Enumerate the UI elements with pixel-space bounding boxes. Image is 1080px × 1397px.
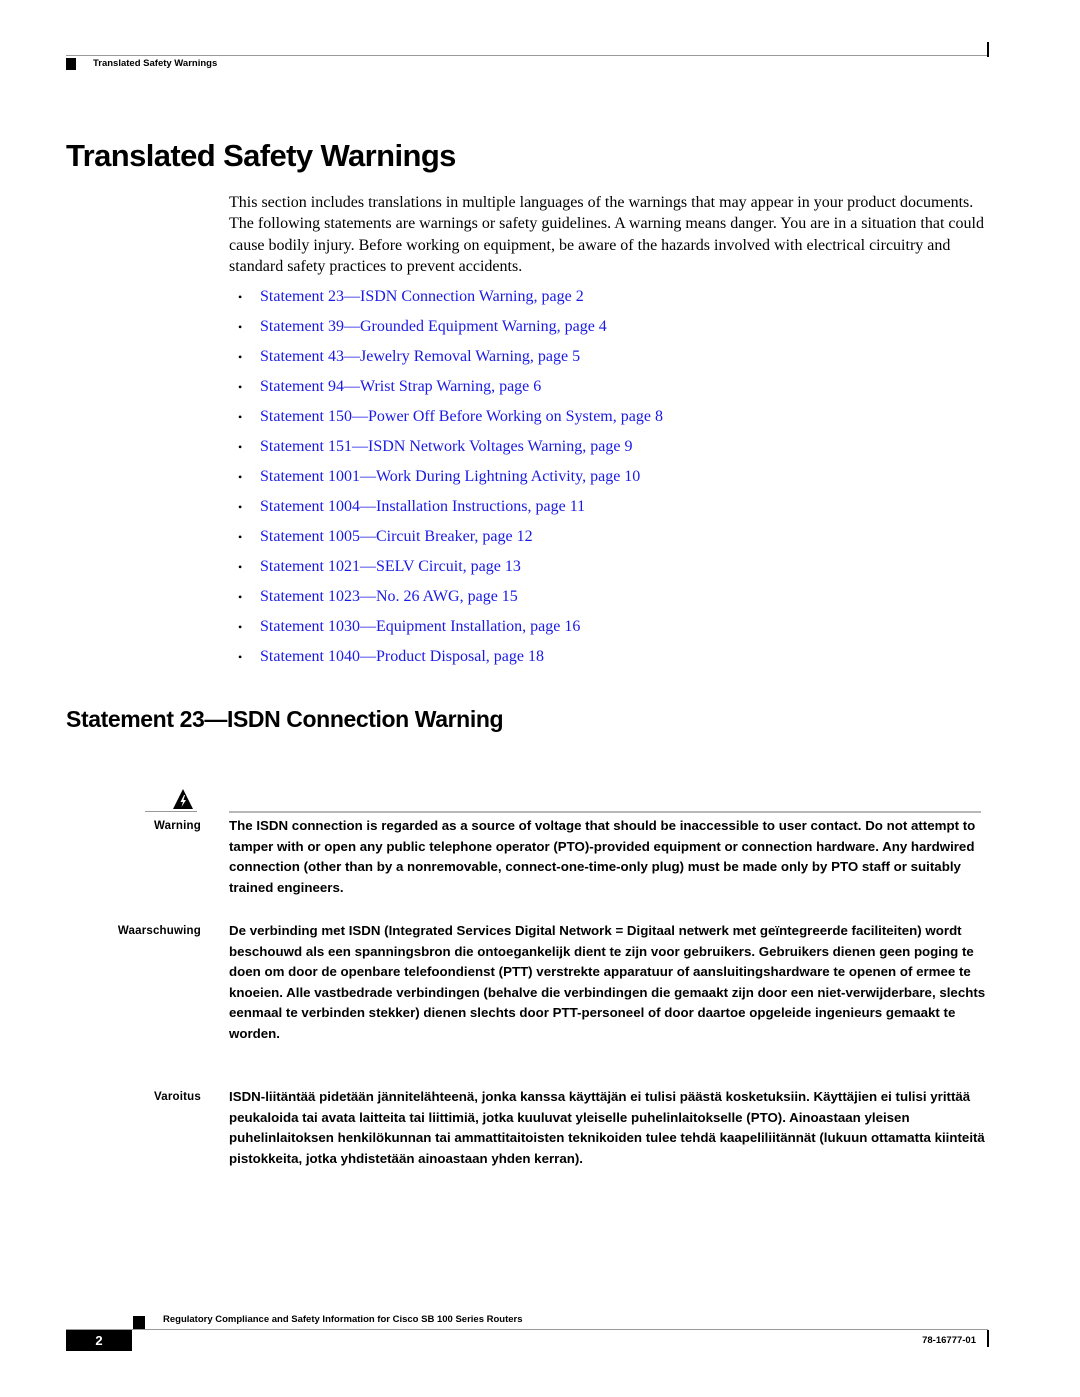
footer-marker-square [133,1316,145,1329]
toc-item: • Statement 1023—No. 26 AWG, page 15 [229,585,663,615]
bullet-icon: • [238,410,243,424]
statement-toc-list: • Statement 23—ISDN Connection Warning, p… [229,285,663,675]
bullet-icon: • [238,590,243,604]
header-crop-mark [987,42,989,57]
toc-link[interactable]: Statement 151—ISDN Network Voltages Warn… [260,438,632,455]
warning-text: De verbinding met ISDN (Integrated Servi… [229,923,986,1041]
toc-link[interactable]: Statement 23—ISDN Connection Warning, pa… [260,288,584,305]
page-title: Translated Safety Warnings [66,138,456,173]
toc-link[interactable]: Statement 43—Jewelry Removal Warning, pa… [260,348,580,365]
bullet-icon: • [238,560,243,574]
toc-item: • Statement 1021—SELV Circuit, page 13 [229,555,663,585]
toc-link[interactable]: Statement 150—Power Off Before Working o… [260,408,663,425]
warning-icon-rule [145,811,197,812]
toc-link[interactable]: Statement 39—Grounded Equipment Warning,… [260,318,607,335]
toc-link[interactable]: Statement 1040—Product Disposal, page 18 [260,648,544,665]
toc-link[interactable]: Statement 1004—Installation Instructions… [260,498,585,515]
bullet-icon: • [238,320,243,334]
toc-link[interactable]: Statement 1005—Circuit Breaker, page 12 [260,528,533,545]
toc-item: • Statement 1001—Work During Lightning Ac… [229,465,663,495]
header-rule [66,55,988,56]
toc-item: • Statement 43—Jewelry Removal Warning, p… [229,345,663,375]
intro-paragraph: This section includes translations in mu… [229,194,984,275]
toc-item: • Statement 23—ISDN Connection Warning, p… [229,285,663,315]
toc-item: • Statement 1005—Circuit Breaker, page 12 [229,525,663,555]
bullet-icon: • [238,650,243,664]
toc-item: • Statement 151—ISDN Network Voltages War… [229,435,663,465]
bullet-icon: • [238,500,243,514]
running-header-title: Translated Safety Warnings [93,58,218,69]
warning-electrical-hazard-icon [173,789,193,809]
footer-rule [66,1329,988,1330]
toc-item: • Statement 39—Grounded Equipment Warning… [229,315,663,345]
warning-block-rule [229,811,981,813]
footer-crop-mark [987,1330,989,1347]
warning-text: ISDN-liitäntää pidetään jännitelähteenä,… [229,1089,985,1166]
warning-language-label: Waarschuwing [117,925,201,937]
toc-item: • Statement 94—Wrist Strap Warning, page … [229,375,663,405]
bullet-icon: • [238,440,243,454]
toc-link[interactable]: Statement 1021—SELV Circuit, page 13 [260,558,521,575]
bullet-icon: • [238,290,243,304]
bullet-icon: • [238,530,243,544]
toc-link[interactable]: Statement 94—Wrist Strap Warning, page 6 [260,378,541,395]
warning-language-label: Warning [154,820,201,832]
toc-item: • Statement 150—Power Off Before Working … [229,405,663,435]
toc-link[interactable]: Statement 1001—Work During Lightning Act… [260,468,640,485]
bullet-icon: • [238,620,243,634]
header-marker-square [66,58,76,70]
toc-item: • Statement 1004—Installation Instruction… [229,495,663,525]
toc-link[interactable]: Statement 1023—No. 26 AWG, page 15 [260,588,518,605]
toc-item: • Statement 1040—Product Disposal, page 1… [229,645,663,675]
bullet-icon: • [238,380,243,394]
toc-link[interactable]: Statement 1030—Equipment Installation, p… [260,618,580,635]
section-title: Statement 23—ISDN Connection Warning [66,706,504,732]
warning-text: The ISDN connection is regarded as a sou… [229,818,976,895]
bullet-icon: • [238,350,243,364]
page-number: 2 [66,1330,132,1351]
document-number: 78-16777-01 [922,1335,976,1346]
warning-language-label: Varoitus [154,1091,201,1103]
footer-book-title: Regulatory Compliance and Safety Informa… [163,1314,523,1325]
toc-item: • Statement 1030—Equipment Installation, … [229,615,663,645]
bullet-icon: • [238,470,243,484]
